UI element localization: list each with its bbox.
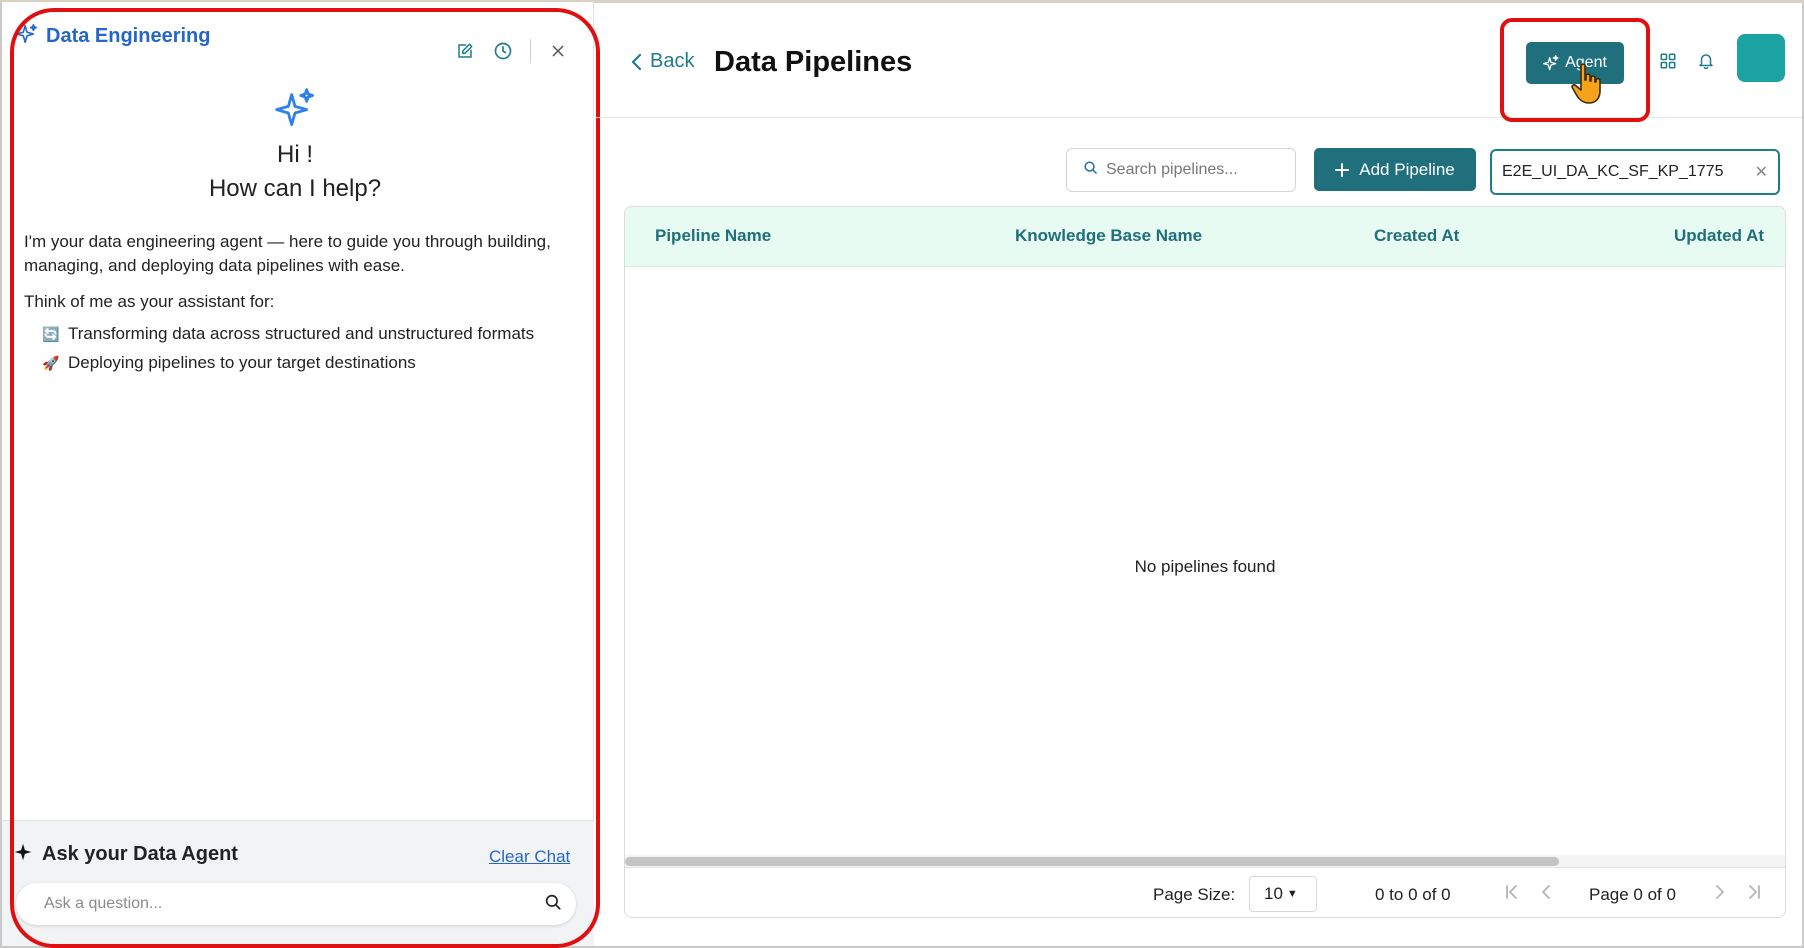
feature-text: Transforming data across structured and … xyxy=(68,324,535,343)
chat-panel: Data Engineering Hi ! How can I help? I'… xyxy=(2,2,594,946)
feature-item: 🔄 Transforming data across structured an… xyxy=(42,324,534,344)
caret-down-icon: ▼ xyxy=(1286,888,1298,900)
new-chat-button[interactable] xyxy=(446,36,484,66)
search-icon[interactable] xyxy=(544,893,562,916)
intro-text: I'm your data engineering agent — here t… xyxy=(24,232,551,275)
rocket-emoji-icon: 🚀 xyxy=(42,354,60,371)
page-info-text: Page 0 of 0 xyxy=(1589,885,1676,904)
column-header-updated-at[interactable]: Updated At xyxy=(1674,226,1764,246)
first-page-icon[interactable] xyxy=(1505,884,1519,905)
page-title: Data Pipelines xyxy=(714,46,913,78)
column-header-knowledge-base-name[interactable]: Knowledge Base Name xyxy=(1015,226,1202,246)
help-question: How can I help? xyxy=(208,175,382,202)
feature-text: Deploying pipelines to your target desti… xyxy=(68,353,416,372)
sparkle-icon xyxy=(1543,55,1559,71)
chat-panel-header: Data Engineering xyxy=(16,22,210,51)
row-range-text: 0 to 0 of 0 xyxy=(1375,885,1451,904)
filter-value: E2E_UI_DA_KC_SF_KP_1775 xyxy=(1502,163,1724,180)
user-avatar[interactable] xyxy=(1737,34,1785,82)
last-page-icon[interactable] xyxy=(1747,884,1761,905)
feature-item: 🚀 Deploying pipelines to your target des… xyxy=(42,353,416,373)
column-header-created-at[interactable]: Created At xyxy=(1374,226,1459,246)
think-label: Think of me as your assistant for: xyxy=(24,292,275,311)
ask-input[interactable] xyxy=(44,895,544,913)
page-size-label: Page Size: xyxy=(1153,885,1236,904)
sparkle-icon xyxy=(16,22,38,51)
page-size-value: 10 xyxy=(1264,884,1283,903)
refresh-emoji-icon: 🔄 xyxy=(42,325,60,342)
next-page-icon[interactable] xyxy=(1715,884,1725,905)
actions-divider xyxy=(530,39,531,63)
sparkle-large-icon xyxy=(275,88,315,133)
clear-filter-icon[interactable]: ✕ xyxy=(1755,162,1768,182)
add-pipeline-button[interactable]: Add Pipeline xyxy=(1314,148,1476,191)
search-pipelines-input[interactable] xyxy=(1106,161,1286,179)
clock-icon xyxy=(494,42,512,60)
filter-input[interactable]: E2E_UI_DA_KC_SF_KP_1775 ✕ xyxy=(1490,149,1780,195)
chat-panel-actions xyxy=(446,36,577,66)
history-button[interactable] xyxy=(484,36,522,66)
sparkle-solid-icon xyxy=(14,843,32,866)
edit-icon xyxy=(458,43,473,58)
agent-button[interactable]: Agent xyxy=(1526,42,1624,84)
horizontal-scrollbar[interactable] xyxy=(625,855,1785,867)
empty-state-text: No pipelines found xyxy=(1134,557,1276,576)
ask-section: Ask your Data Agent Clear Chat xyxy=(2,820,594,946)
greeting-text: Hi ! xyxy=(277,141,313,168)
close-panel-button[interactable] xyxy=(539,36,577,66)
ask-input-container xyxy=(16,883,576,925)
ask-title: Ask your Data Agent xyxy=(42,843,238,865)
apps-grid-icon[interactable] xyxy=(1659,52,1677,75)
search-box xyxy=(1066,148,1296,192)
previous-page-icon[interactable] xyxy=(1541,884,1551,905)
greeting-section: Hi ! How can I help? xyxy=(2,88,588,203)
chat-panel-title: Data Engineering xyxy=(46,25,211,47)
pipelines-table: Pipeline Name Knowledge Base Name Create… xyxy=(624,206,1786,918)
chevron-left-icon xyxy=(631,53,642,70)
page-size-select[interactable]: 10 ▼ xyxy=(1249,876,1317,912)
ask-header: Ask your Data Agent xyxy=(14,843,238,866)
agent-label: Agent xyxy=(1565,54,1607,71)
close-icon xyxy=(552,45,564,57)
scrollbar-thumb[interactable] xyxy=(625,857,1559,866)
clear-chat-link[interactable]: Clear Chat xyxy=(489,847,570,867)
column-header-pipeline-name[interactable]: Pipeline Name xyxy=(655,226,771,246)
table-pagination: Page Size: 10 ▼ 0 to 0 of 0 Page 0 of 0 xyxy=(625,867,1785,917)
back-label: Back xyxy=(650,50,695,72)
bell-icon[interactable] xyxy=(1697,51,1715,76)
plus-icon xyxy=(1335,162,1350,177)
table-header: Pipeline Name Knowledge Base Name Create… xyxy=(625,207,1785,267)
page-header: Back Data Pipelines Agent xyxy=(596,2,1802,122)
search-icon xyxy=(1083,160,1098,180)
add-pipeline-label: Add Pipeline xyxy=(1359,159,1455,179)
back-button[interactable]: Back xyxy=(630,50,694,73)
